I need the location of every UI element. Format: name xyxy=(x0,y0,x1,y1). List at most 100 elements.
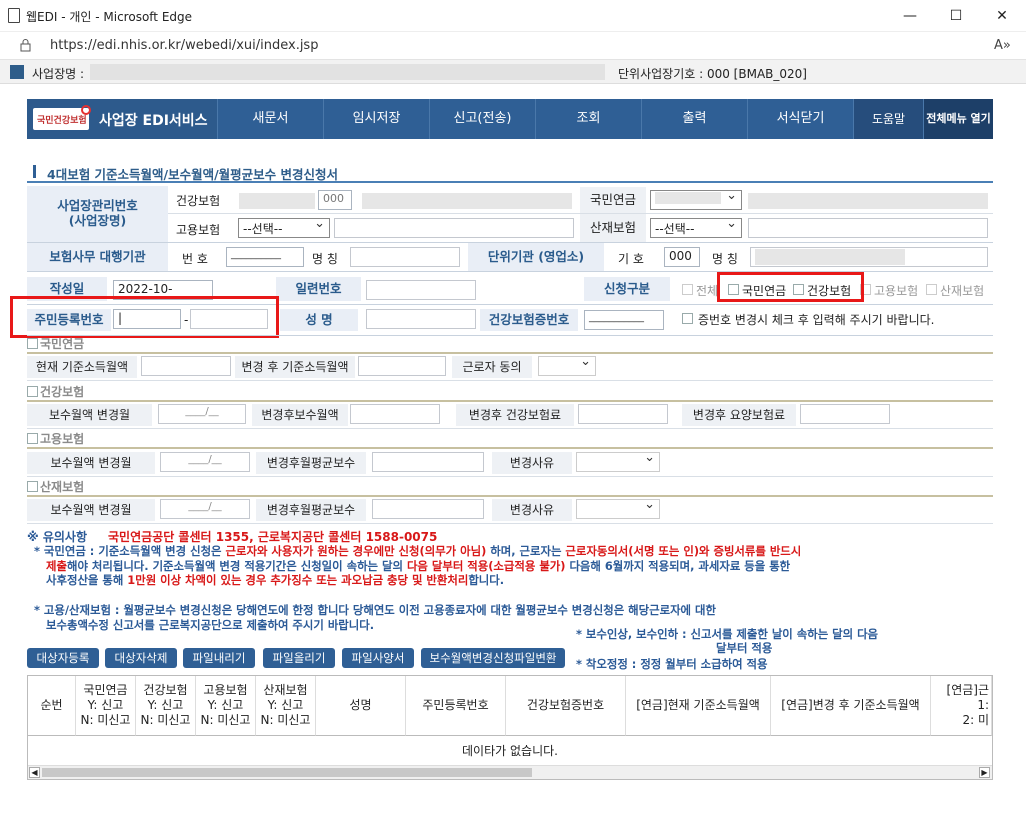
col-industrial[interactable]: 산재보험 Y: 신고 N: 미신고 xyxy=(256,676,316,736)
health-premium-field[interactable] xyxy=(578,404,668,424)
scroll-thumb[interactable] xyxy=(42,768,532,777)
register-target-button[interactable]: 대상자등록 xyxy=(27,648,99,668)
health-code-field[interactable]: 000 xyxy=(318,190,352,210)
unit-sign-label: 기 호 xyxy=(618,252,644,266)
col-employment[interactable]: 고용보험 Y: 신고 N: 미신고 xyxy=(196,676,256,736)
apply-all-checkbox[interactable] xyxy=(682,284,693,295)
business-name-redacted xyxy=(90,64,605,80)
pension-select[interactable] xyxy=(650,188,742,210)
notes-line-8: * 착오정정 : 정정 월부터 소급하여 적용 xyxy=(576,657,768,671)
agency-name-field[interactable] xyxy=(350,247,460,267)
nav-print[interactable]: 출력 xyxy=(641,99,747,139)
industrial-name-field[interactable] xyxy=(748,218,988,238)
industrial-pay-field[interactable] xyxy=(372,499,484,519)
agency-name-label: 명 칭 xyxy=(312,252,338,266)
col-rrn[interactable]: 주민등록번호 xyxy=(406,676,506,736)
col-seq[interactable]: 순번 xyxy=(28,676,76,736)
employment-reason-select[interactable] xyxy=(576,450,660,472)
unit-name-field[interactable] xyxy=(750,247,988,267)
notes-line-7: 달부터 적용 xyxy=(716,641,773,655)
minimize-button[interactable]: — xyxy=(890,4,930,28)
ltc-premium-field[interactable] xyxy=(800,404,890,424)
nav-all-menu[interactable]: 전체메뉴 열기 xyxy=(923,99,993,139)
col-pension-after[interactable]: [연금]변경 후 기준소득월액 xyxy=(771,676,931,736)
industrial-month-field[interactable]: ____/__ xyxy=(160,499,250,519)
delete-target-button[interactable]: 대상자삭제 xyxy=(105,648,177,668)
health-month-field[interactable]: ____/__ xyxy=(158,404,246,424)
industrial-reason-select[interactable] xyxy=(576,497,660,519)
nav-inquiry[interactable]: 조회 xyxy=(535,99,641,139)
serial-label: 일련번호 xyxy=(276,277,361,301)
window-titlebar: 웹EDI - 개인 - Microsoft Edge — ☐ ✕ xyxy=(0,0,1026,32)
employment-pay-label: 변경후월평균보수 xyxy=(256,452,366,474)
employment-select[interactable]: --선택-- xyxy=(238,216,330,238)
unit-sign-field[interactable]: 000 xyxy=(664,247,700,267)
col-pension-current[interactable]: [연금]현재 기준소득월액 xyxy=(626,676,771,736)
agency-no-field[interactable]: __________ xyxy=(226,247,304,267)
health-card-field[interactable]: ___________ xyxy=(584,310,664,330)
health-card-note: 증번호 변경시 체크 후 입력해 주시기 바랍니다. xyxy=(698,313,935,327)
col-health-card[interactable]: 건강보험증번호 xyxy=(506,676,626,736)
pension-current-label: 현재 기준소득월액 xyxy=(27,356,137,378)
employment-section-checkbox[interactable] xyxy=(27,433,38,444)
url-text[interactable]: https://edi.nhis.or.kr/webedi/xui/index.… xyxy=(50,38,318,53)
pension-name-redacted xyxy=(748,193,988,209)
employment-name-field[interactable] xyxy=(334,218,574,238)
ltc-premium-label: 변경후 요양보험료 xyxy=(682,404,796,426)
nav-close-form[interactable]: 서식닫기 xyxy=(747,99,853,139)
scroll-left-icon[interactable]: ◀ xyxy=(29,767,40,778)
notes-line-4: * 고용/산재보험 : 월평균보수 변경신청은 당해연도에 한정 합니다 당해연… xyxy=(34,603,716,617)
read-aloud-icon[interactable]: A» xyxy=(994,38,1011,53)
health-pay-field[interactable] xyxy=(350,404,440,424)
employment-section-title: 고용보험 xyxy=(40,432,85,446)
apply-all-text: 전체 xyxy=(696,284,719,298)
unit-code-text: 단위사업장기호 : 000 [BMAB_020] xyxy=(618,67,807,81)
scroll-right-icon[interactable]: ▶ xyxy=(979,767,990,778)
health-section-checkbox[interactable] xyxy=(27,386,38,397)
logo[interactable]: 국민건강보험 사업장 EDI서비스 xyxy=(27,99,217,139)
industrial-pay-label: 변경후월평균보수 xyxy=(256,499,366,521)
col-pension-consent[interactable]: [연금]근 1: 2: 미 xyxy=(931,676,992,736)
nav-new-doc[interactable]: 새문서 xyxy=(217,99,323,139)
pension-section-checkbox[interactable] xyxy=(27,338,38,349)
apply-highlight-box xyxy=(717,272,864,302)
nav-help[interactable]: 도움말 xyxy=(853,99,923,139)
biz-no-label: 사업장관리번호 (사업장명) xyxy=(27,186,168,242)
employment-pay-field[interactable] xyxy=(372,452,484,472)
pension-label: 국민연금 xyxy=(580,187,646,213)
employment-label: 고용보험 xyxy=(176,223,221,237)
employment-reason-label: 변경사유 xyxy=(492,452,572,474)
health-card-checkbox[interactable] xyxy=(682,313,693,324)
download-file-button[interactable]: 파일내리기 xyxy=(183,648,255,668)
health-no-redacted xyxy=(239,193,315,209)
horizontal-scrollbar[interactable]: ◀ ▶ xyxy=(28,766,992,779)
health-pay-label: 변경후보수월액 xyxy=(252,404,348,426)
maximize-button[interactable]: ☐ xyxy=(936,4,976,28)
employment-month-label: 보수월액 변경월 xyxy=(27,452,155,474)
convert-file-button[interactable]: 보수월액변경신청파일변환 xyxy=(421,648,565,668)
industrial-section-checkbox[interactable] xyxy=(27,481,38,492)
col-health[interactable]: 건강보험 Y: 신고 N: 미신고 xyxy=(136,676,196,736)
pension-consent-select[interactable] xyxy=(538,354,596,376)
apply-label: 신청구분 xyxy=(584,277,670,301)
serial-field[interactable] xyxy=(366,280,476,300)
unit-name-label: 명 칭 xyxy=(712,252,738,266)
name-field[interactable] xyxy=(366,309,476,329)
apply-industrial-checkbox[interactable] xyxy=(926,284,937,295)
logo-dot-icon xyxy=(81,105,91,115)
form-title-bar: 4대보험 기준소득월액/보수월액/월평균보수 변경신청서 xyxy=(27,161,993,183)
file-spec-button[interactable]: 파일사양서 xyxy=(342,648,414,668)
industrial-select[interactable]: --선택-- xyxy=(650,216,742,238)
close-button[interactable]: ✕ xyxy=(982,4,1022,28)
pension-current-field[interactable] xyxy=(141,356,231,376)
employment-month-field[interactable]: ____/__ xyxy=(160,452,250,472)
nav-temp-save[interactable]: 임시저장 xyxy=(323,99,429,139)
nav-submit[interactable]: 신고(전송) xyxy=(429,99,535,139)
pension-after-field[interactable] xyxy=(358,356,446,376)
health-label: 건강보험 xyxy=(176,194,221,208)
col-name[interactable]: 성명 xyxy=(316,676,406,736)
industrial-section-title: 산재보험 xyxy=(40,480,85,494)
col-pension[interactable]: 국민연금 Y: 신고 N: 미신고 xyxy=(76,676,136,736)
upload-file-button[interactable]: 파일올리기 xyxy=(263,648,335,668)
unit-org-label: 단위기관 (영업소) xyxy=(468,243,604,271)
